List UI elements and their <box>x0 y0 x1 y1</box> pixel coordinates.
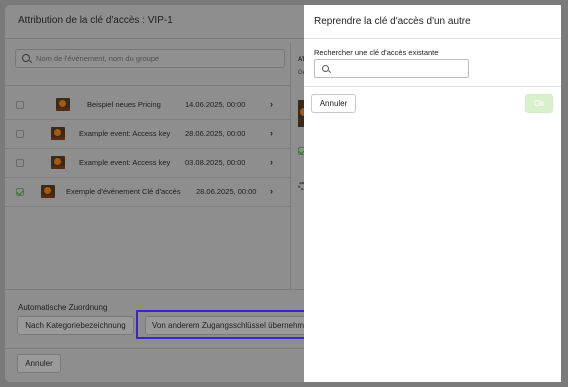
event-row[interactable]: Example event: Access key 28.06.2025, 00… <box>5 120 290 149</box>
ok-button[interactable]: Ok <box>525 94 553 113</box>
event-search-input[interactable]: Nom de l'événement, nom du groupe <box>15 49 285 68</box>
panel-title: Reprendre la clé d'accès d'un autre <box>314 16 471 27</box>
search-icon <box>322 65 329 72</box>
panel-footer-divider <box>304 86 561 87</box>
event-checkbox[interactable] <box>16 159 24 167</box>
event-name: Beispiel neues Pricing <box>87 100 161 109</box>
event-row[interactable]: Exemple d'événement Clé d'accès 28.06.20… <box>5 178 290 207</box>
search-icon <box>22 54 30 62</box>
search-placeholder: Nom de l'événement, nom du groupe <box>36 54 160 63</box>
event-date: 03.08.2025, 00:00 <box>185 158 246 167</box>
event-list: Beispiel neues Pricing 14.06.2025, 00:00… <box>5 91 290 207</box>
list-top-divider <box>5 85 290 86</box>
chevron-right-icon[interactable]: › <box>270 157 273 167</box>
event-date: 14.06.2025, 00:00 <box>185 100 246 109</box>
chevron-right-icon[interactable]: › <box>270 128 273 138</box>
key-search-input[interactable] <box>314 59 469 78</box>
event-thumbnail <box>51 127 65 140</box>
by-category-button[interactable]: Nach Kategoriebezeichnung <box>17 316 134 335</box>
event-checkbox[interactable] <box>16 101 24 109</box>
chevron-right-icon[interactable]: › <box>270 99 273 109</box>
event-thumbnail <box>51 156 65 169</box>
event-row[interactable]: Beispiel neues Pricing 14.06.2025, 00:00… <box>5 91 290 120</box>
auto-assign-label: Automatische Zuordnung <box>18 303 108 312</box>
event-name: Example event: Access key <box>79 158 171 167</box>
event-thumbnail <box>41 185 55 198</box>
chevron-right-icon[interactable]: › <box>270 186 273 196</box>
highlight-box <box>136 310 311 339</box>
modal-title: Attribution de la clé d'accès : VIP-1 <box>18 15 173 26</box>
event-name: Example event: Access key <box>79 129 171 138</box>
event-row[interactable]: Example event: Access key 03.08.2025, 00… <box>5 149 290 178</box>
panel-cancel-button[interactable]: Annuler <box>311 94 356 113</box>
take-over-panel: Reprendre la clé d'accès d'un autre Rech… <box>304 5 561 382</box>
search-key-label: Rechercher une clé d'accès existante <box>314 48 439 57</box>
event-date: 28.06.2025, 00:00 <box>185 129 246 138</box>
event-thumbnail <box>56 98 70 111</box>
event-name: Exemple d'événement Clé d'accès <box>66 187 181 196</box>
event-checkbox[interactable] <box>16 130 24 138</box>
event-checkbox-checked[interactable] <box>16 188 24 196</box>
event-date: 28.06.2025, 00:00 <box>196 187 257 196</box>
cancel-button[interactable]: Annuler <box>17 354 61 373</box>
panel-header-divider <box>304 38 561 39</box>
